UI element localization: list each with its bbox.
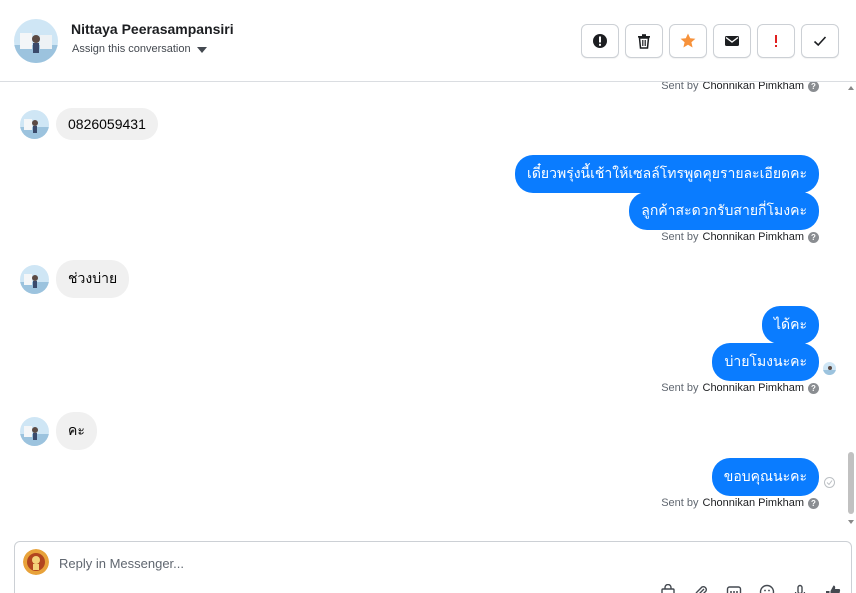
trash-icon [638,34,650,49]
check-icon [813,36,827,47]
incoming-message-bubble[interactable]: 0826059431 [56,108,158,140]
help-icon[interactable]: ? [808,382,819,394]
help-icon[interactable]: ? [808,82,819,92]
envelope-icon [725,36,739,46]
page-avatar [23,549,49,575]
star-button[interactable] [669,24,707,58]
contact-name[interactable]: Nittaya Peerasampansiri [71,21,234,37]
composer-toolbar [659,583,842,593]
incoming-message-bubble[interactable]: คะ [56,412,97,450]
agent-name: Chonnikan Pimkham [702,382,805,394]
mark-important-button[interactable] [757,24,795,58]
warning-icon [593,34,607,48]
conversation-actions [581,24,839,58]
sent-by-label: Sent by Chonnikan Pimkham ? [661,231,819,243]
like-icon[interactable] [824,583,842,593]
saved-replies-icon[interactable] [725,583,743,593]
scrollbar-thumb[interactable] [848,452,854,514]
contact-avatar-small [20,264,49,294]
sent-by-label: Sent by Chonnikan Pimkham ? [661,382,819,394]
message-thread[interactable]: Sent by Chonnikan Pimkham ? 0826059431 เ… [0,82,846,528]
assign-label: Assign this conversation [72,43,191,55]
agent-name: Chonnikan Pimkham [702,231,805,243]
scroll-up-arrow-icon[interactable] [848,86,854,90]
agent-name: Chonnikan Pimkham [702,497,805,509]
contact-avatar-small [20,416,49,446]
microphone-icon[interactable] [791,583,809,593]
incoming-message-row: 0826059431 [20,108,158,140]
attachment-icon[interactable] [692,583,710,593]
conversation-header: Nittaya Peerasampansiri Assign this conv… [0,0,856,82]
outgoing-message-bubble[interactable]: บ่ายโมงนะคะ [712,343,819,381]
star-icon [680,33,696,48]
delivered-check-icon [824,477,835,488]
exclamation-icon [775,35,777,47]
assign-conversation-dropdown[interactable]: Assign this conversation [72,43,207,55]
delete-button[interactable] [625,24,663,58]
scroll-down-arrow-icon[interactable] [848,520,854,524]
bag-icon[interactable] [659,583,677,593]
sent-by-label: Sent by Chonnikan Pimkham ? [661,82,819,92]
help-icon[interactable]: ? [808,497,819,509]
incoming-message-row: คะ [20,412,97,450]
emoji-icon[interactable] [758,583,776,593]
caret-down-icon [196,46,207,53]
outgoing-message-bubble[interactable]: ได้คะ [761,306,819,344]
thread-scrollbar[interactable] [846,82,856,528]
outgoing-message-bubble[interactable]: ลูกค้าสะดวกรับสายกี่โมงคะ [629,192,819,230]
incoming-message-bubble[interactable]: ช่วงบ่าย [56,260,130,298]
mark-done-button[interactable] [801,24,839,58]
incoming-message-row: ช่วงบ่าย [20,260,130,298]
sent-by-label: Sent by Chonnikan Pimkham ? [661,497,819,509]
agent-name: Chonnikan Pimkham [702,82,805,92]
reply-composer [14,541,852,593]
reply-input[interactable] [59,552,799,574]
seen-avatar-icon [823,362,836,375]
help-icon[interactable]: ? [808,231,819,243]
contact-avatar[interactable] [14,19,58,63]
outgoing-message-bubble[interactable]: เดี๋ยวพรุ่งนี้เช้าให้เซลล์โทรพูดคุยรายละ… [515,155,819,193]
outgoing-message-bubble[interactable]: ขอบคุณนะคะ [711,458,819,496]
mark-spam-button[interactable] [581,24,619,58]
contact-avatar-small [20,109,49,139]
mark-unread-button[interactable] [713,24,751,58]
